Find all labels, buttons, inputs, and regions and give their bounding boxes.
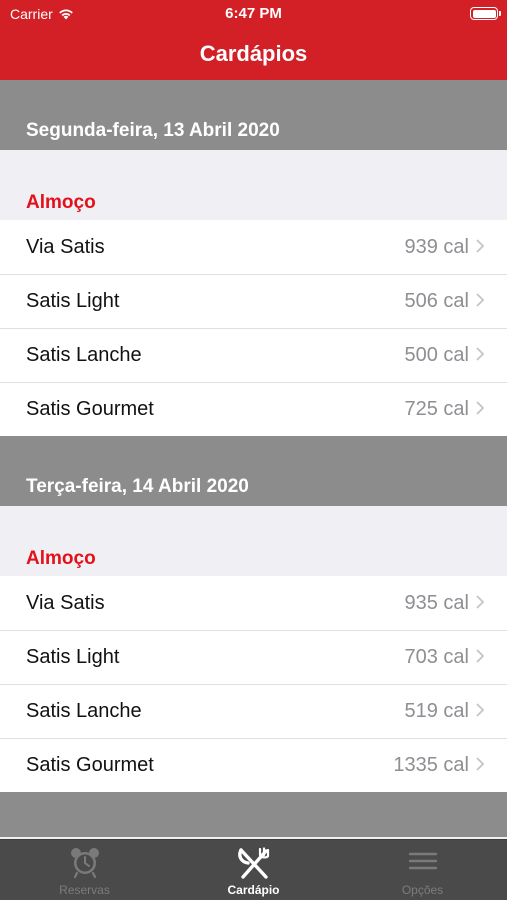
day-section-header: Segunda-feira, 13 Abril 2020 [0,80,507,150]
tab-cardapio[interactable]: Cardápio [169,840,338,900]
chevron-right-icon [476,239,485,253]
tab-bar: Reservas Cardápio Opções [0,839,507,900]
day-section-header: Terça-feira, 14 Abril 2020 [0,436,507,506]
tab-label: Reservas [59,883,110,897]
menu-item-row[interactable]: Via Satis 939 cal [0,220,507,274]
meal-label: Almoço [26,548,96,569]
day-date: Terça-feira, 14 Abril 2020 [26,476,249,497]
menu-item-calories: 703 cal [404,645,470,668]
menu-item-name: Satis Lanche [26,343,142,366]
meal-label: Almoço [26,192,96,213]
navigation-bar: Cardápios [0,28,507,80]
menu-item-name: Satis Gourmet [26,397,154,420]
menu-item-calories: 500 cal [404,343,470,366]
chevron-right-icon [476,703,485,717]
menu-item-calories: 939 cal [404,235,470,258]
meal-section-header: Almoço [0,506,507,576]
fork-knife-icon [237,847,269,879]
alarm-clock-icon [70,848,99,878]
menu-item-row[interactable]: Satis Lanche 500 cal [0,328,507,382]
menu-item-calories: 1335 cal [393,753,469,776]
status-bar: Carrier 6:47 PM [0,0,507,28]
page-title: Cardápios [199,41,308,66]
day-date: Segunda-feira, 13 Abril 2020 [26,120,280,141]
menu-item-name: Satis Gourmet [26,753,154,776]
menu-item-row[interactable]: Satis Light 506 cal [0,274,507,328]
menu-item-name: Satis Lanche [26,699,142,722]
menu-item-row[interactable]: Satis Lanche 519 cal [0,684,507,738]
menu-item-calories: 935 cal [404,591,470,614]
chevron-right-icon [476,595,485,609]
menu-item-calories: 506 cal [404,289,470,312]
menu-item-name: Satis Light [26,645,120,668]
chevron-right-icon [476,347,485,361]
menu-item-row[interactable]: Satis Gourmet 725 cal [0,382,507,436]
tab-label: Cardápio [227,883,280,897]
battery-icon [470,7,501,20]
menu-item-row[interactable]: Satis Gourmet 1335 cal [0,738,507,792]
meal-section-header: Almoço [0,150,507,220]
menu-item-name: Satis Light [26,289,120,312]
menu-item-name: Via Satis [26,235,105,258]
chevron-right-icon [476,757,485,771]
menu-item-calories: 725 cal [404,397,470,420]
menu-item-name: Via Satis [26,591,105,614]
chevron-right-icon [476,401,485,415]
tab-reservas[interactable]: Reservas [0,840,169,900]
tab-opcoes[interactable]: Opções [338,840,507,900]
menu-item-row[interactable]: Via Satis 935 cal [0,576,507,630]
status-time: 6:47 PM [225,5,282,22]
tab-label: Opções [401,883,444,897]
chevron-right-icon [476,293,485,307]
chevron-right-icon [476,649,485,663]
menu-list[interactable]: Segunda-feira, 13 Abril 2020 Almoço Via … [0,80,507,839]
menu-item-row[interactable]: Satis Light 703 cal [0,630,507,684]
menu-icon [408,852,437,870]
menu-item-calories: 519 cal [404,699,470,722]
next-day-section-header [0,792,507,837]
